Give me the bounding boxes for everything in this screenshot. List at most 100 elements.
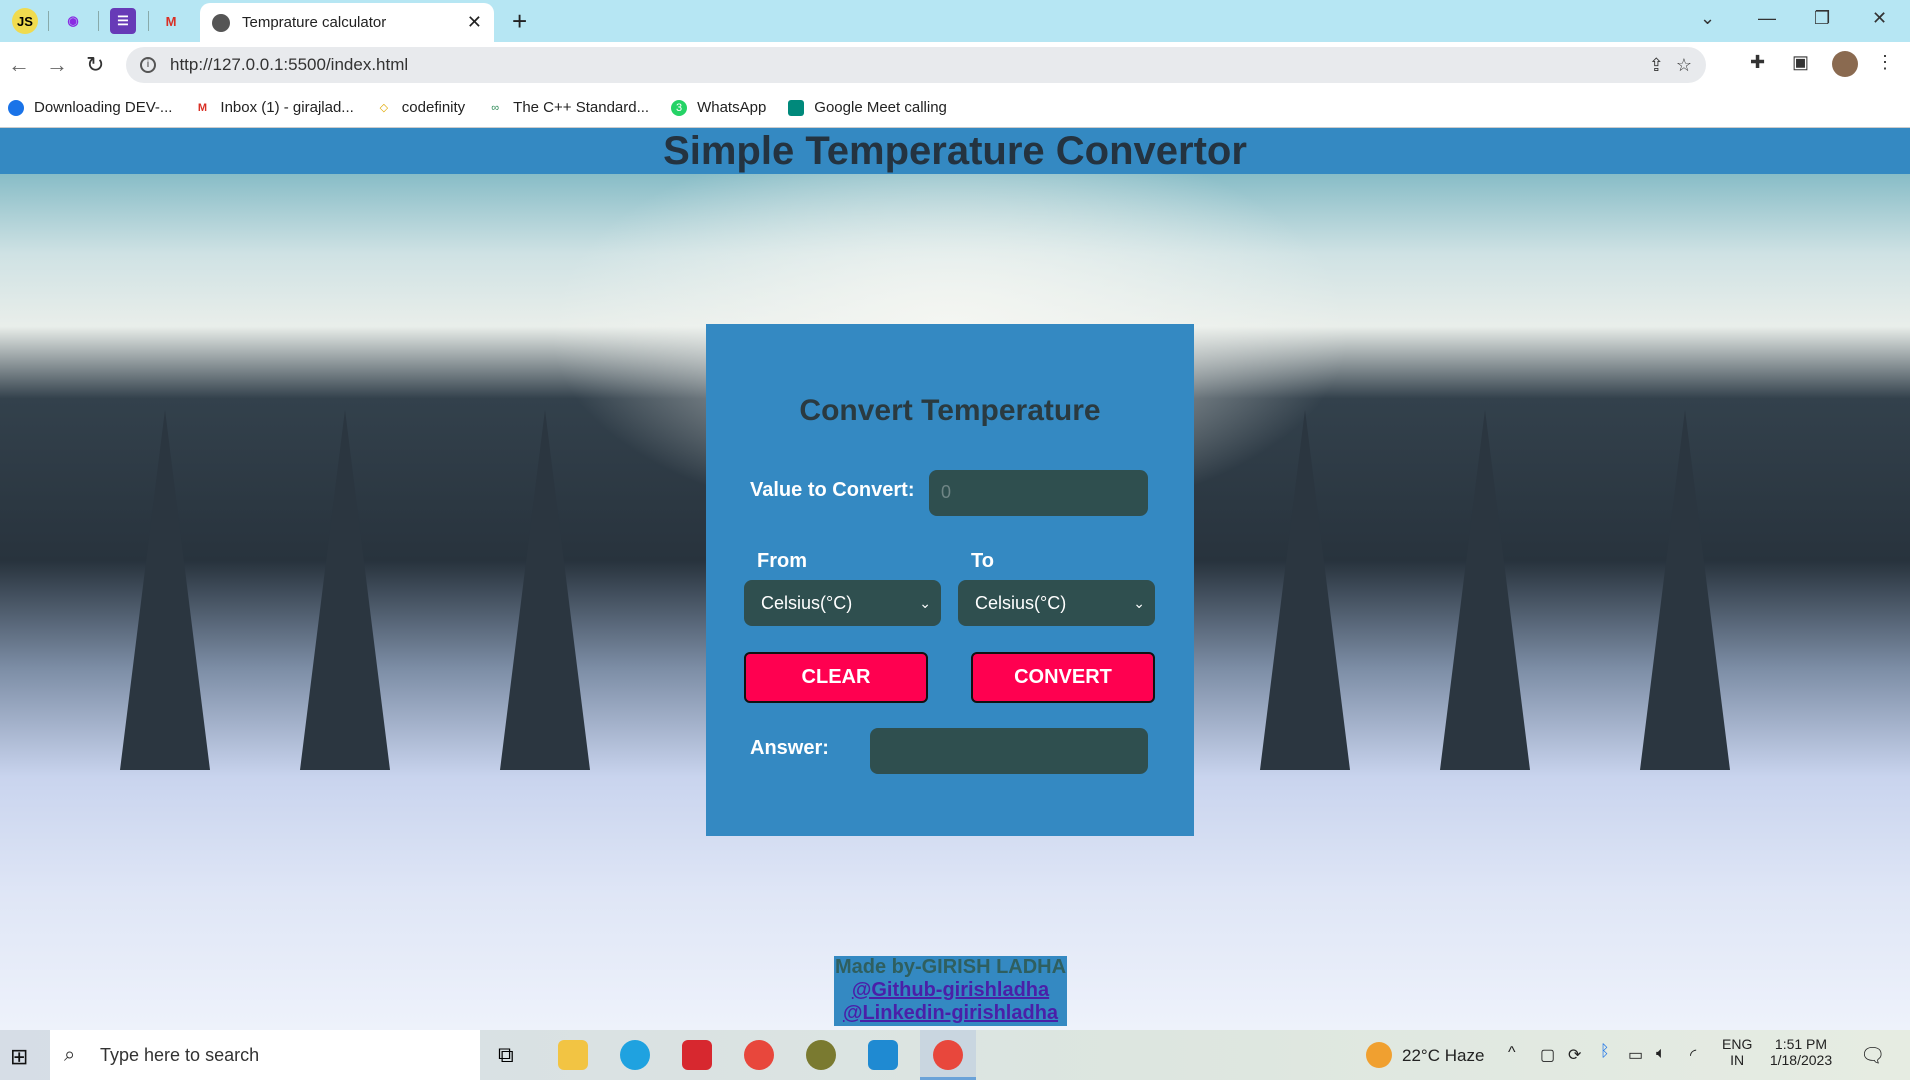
mcafee-icon[interactable] bbox=[682, 1040, 712, 1070]
url-input[interactable]: i http://127.0.0.1:5500/index.html ⇪ ☆ bbox=[126, 47, 1706, 83]
cpp-icon: ∞ bbox=[491, 101, 500, 114]
restore-button[interactable]: ❐ bbox=[1814, 8, 1830, 29]
bookmark-label: The C++ Standard... bbox=[513, 99, 650, 116]
close-tab-icon[interactable]: ✕ bbox=[467, 12, 482, 33]
bookmark-item[interactable]: ◇ codefinity bbox=[376, 99, 466, 116]
taskbar: ⊞ ⌕ Type here to search ⧉ 22°C Haze ^ ▢ … bbox=[0, 1030, 1910, 1080]
pinned-tab-js[interactable]: JS bbox=[12, 8, 38, 34]
bluetooth-icon[interactable]: ᛒ bbox=[1600, 1043, 1610, 1061]
page-viewport: Simple Temperature Convertor Convert Tem… bbox=[0, 128, 1910, 1030]
to-label: To bbox=[971, 550, 994, 572]
from-select[interactable]: Celsius(°C) ⌄ bbox=[744, 580, 941, 626]
share-icon[interactable]: ⇪ bbox=[1649, 55, 1664, 76]
value-input[interactable]: 0 bbox=[929, 470, 1148, 516]
background-tree bbox=[1260, 410, 1350, 770]
forward-button[interactable]: → bbox=[46, 52, 68, 78]
tab-bar: JS ◉ ☰ M Temprature calculator ✕ + ⌄ — ❐… bbox=[0, 0, 1910, 42]
from-selected: Celsius(°C) bbox=[761, 592, 853, 613]
search-icon: ⌕ bbox=[64, 1043, 76, 1066]
vscode-icon[interactable] bbox=[868, 1040, 898, 1070]
info-icon[interactable]: i bbox=[140, 57, 156, 73]
meet-icon bbox=[788, 99, 805, 116]
bookmark-item[interactable]: ∞ The C++ Standard... bbox=[487, 99, 649, 116]
page-title: Simple Temperature Convertor bbox=[0, 128, 1910, 174]
task-view-icon[interactable]: ⧉ bbox=[498, 1042, 514, 1068]
bookmark-label: Inbox (1) - girajlad... bbox=[220, 99, 354, 116]
clock[interactable]: 1:51 PM 1/18/2023 bbox=[1766, 1036, 1836, 1068]
whatsapp-icon: 3 bbox=[671, 99, 688, 116]
file-explorer-icon[interactable] bbox=[558, 1040, 588, 1070]
chrome-icon[interactable] bbox=[744, 1040, 774, 1070]
camera-icon[interactable]: ▢ bbox=[1540, 1045, 1555, 1065]
edge-icon[interactable] bbox=[620, 1040, 650, 1070]
value-placeholder: 0 bbox=[941, 482, 952, 502]
bookmark-item[interactable]: Google Meet calling bbox=[788, 99, 947, 116]
converter-card: Convert Temperature Value to Convert: 0 … bbox=[706, 324, 1194, 836]
windows-start-icon[interactable]: ⊞ bbox=[10, 1044, 28, 1070]
notifications-icon[interactable]: 🗨︎ bbox=[1860, 1043, 1885, 1068]
new-tab-button[interactable]: + bbox=[512, 6, 527, 37]
from-label: From bbox=[757, 550, 807, 572]
answer-label: Answer: bbox=[750, 737, 829, 759]
app-icon[interactable] bbox=[806, 1040, 836, 1070]
reload-button[interactable]: ↻ bbox=[86, 52, 104, 78]
background-tree bbox=[500, 410, 590, 770]
globe-icon bbox=[212, 13, 230, 32]
bookmark-item[interactable]: Downloading DEV-... bbox=[8, 99, 172, 116]
linkedin-link[interactable]: @Linkedin-girishladha bbox=[834, 1002, 1067, 1025]
answer-output[interactable] bbox=[870, 728, 1148, 774]
extensions-icon[interactable]: ✚ bbox=[1750, 52, 1765, 73]
pinned-tab-forms[interactable]: ☰ bbox=[110, 8, 136, 34]
minimize-button[interactable]: — bbox=[1758, 8, 1776, 29]
bookmark-label: codefinity bbox=[401, 99, 466, 116]
background-tree bbox=[120, 410, 210, 770]
clear-button[interactable]: CLEAR bbox=[744, 652, 928, 703]
date: 1/18/2023 bbox=[1769, 1052, 1833, 1068]
card-title: Convert Temperature bbox=[799, 394, 1101, 427]
footer-credits: Made by-GIRISH LADHA @Github-girishladha… bbox=[834, 956, 1067, 1026]
bookmark-label: Downloading DEV-... bbox=[34, 99, 173, 116]
tab-search-icon[interactable]: ⌄ bbox=[1700, 8, 1715, 29]
pinned-tab-gmail[interactable]: M bbox=[158, 8, 184, 34]
tab-separator bbox=[148, 11, 149, 31]
region-code: IN bbox=[1730, 1052, 1745, 1068]
tab-separator bbox=[98, 11, 99, 31]
taskbar-search-input[interactable]: ⌕ Type here to search bbox=[50, 1030, 480, 1080]
address-bar-row: ← → ↻ i http://127.0.0.1:5500/index.html… bbox=[0, 42, 1910, 88]
active-tab[interactable]: Temprature calculator ✕ bbox=[200, 3, 494, 42]
value-label: Value to Convert: bbox=[750, 479, 915, 501]
url-text: http://127.0.0.1:5500/index.html bbox=[170, 55, 409, 74]
convert-button[interactable]: CONVERT bbox=[971, 652, 1155, 703]
codefinity-icon: ◇ bbox=[379, 101, 389, 114]
weather-text[interactable]: 22°C Haze bbox=[1402, 1046, 1484, 1066]
battery-icon[interactable]: ▭ bbox=[1628, 1045, 1643, 1065]
loader-icon bbox=[8, 99, 24, 116]
sync-icon[interactable]: ⟳ bbox=[1568, 1045, 1581, 1065]
chevron-down-icon: ⌄ bbox=[1133, 594, 1145, 611]
wifi-icon[interactable]: ◜ bbox=[1690, 1045, 1696, 1065]
side-panel-icon[interactable]: ▣ bbox=[1792, 52, 1809, 73]
bookmark-label: Google Meet calling bbox=[814, 99, 947, 116]
to-select[interactable]: Celsius(°C) ⌄ bbox=[958, 580, 1155, 626]
to-selected: Celsius(°C) bbox=[975, 592, 1067, 613]
close-window-button[interactable]: ✕ bbox=[1872, 8, 1887, 29]
github-link[interactable]: @Github-girishladha bbox=[834, 979, 1067, 1002]
weather-icon bbox=[1366, 1042, 1392, 1068]
avatar[interactable] bbox=[1832, 51, 1858, 77]
menu-icon[interactable]: ⋮ bbox=[1876, 52, 1894, 73]
bookmark-star-icon[interactable]: ☆ bbox=[1676, 55, 1692, 76]
gmail-icon: M bbox=[197, 101, 207, 114]
bookmark-item[interactable]: 3 WhatsApp bbox=[671, 99, 766, 116]
pinned-tab-podcast[interactable]: ◉ bbox=[60, 8, 86, 34]
lang-code: ENG bbox=[1722, 1036, 1753, 1052]
bookmarks-bar: Downloading DEV-... M Inbox (1) - girajla… bbox=[0, 88, 1910, 128]
back-button[interactable]: ← bbox=[8, 52, 30, 78]
chrome-active-taskbar-button[interactable] bbox=[920, 1030, 976, 1080]
background-tree bbox=[1640, 410, 1730, 770]
show-hidden-icons[interactable]: ^ bbox=[1508, 1044, 1516, 1062]
volume-icon[interactable]: 🔈︎ bbox=[1656, 1045, 1666, 1063]
background-tree bbox=[300, 410, 390, 770]
bookmark-item[interactable]: M Inbox (1) - girajlad... bbox=[194, 99, 354, 116]
tab-title: Temprature calculator bbox=[242, 14, 387, 31]
language-indicator[interactable]: ENG IN bbox=[1722, 1036, 1752, 1068]
